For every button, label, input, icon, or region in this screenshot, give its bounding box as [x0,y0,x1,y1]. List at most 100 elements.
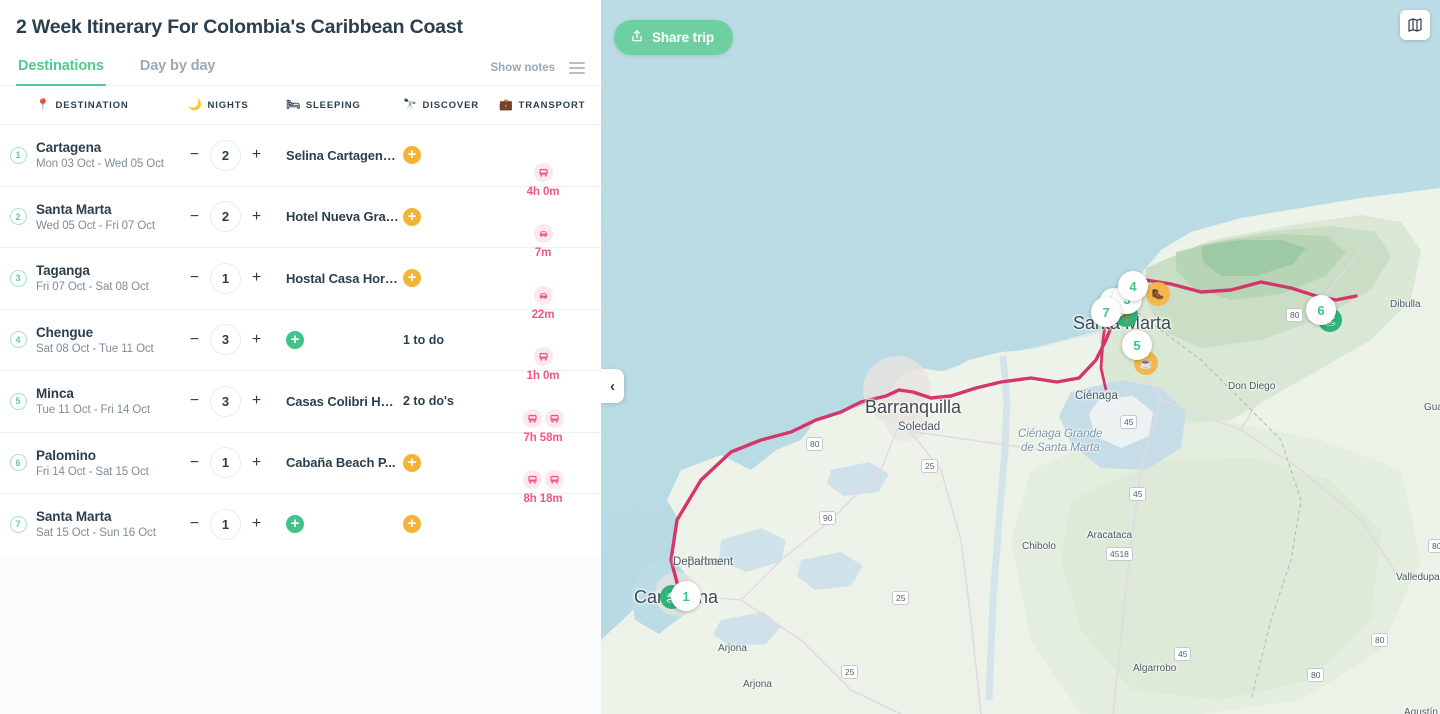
hike-pin[interactable]: 🥾 [1146,282,1170,306]
add-sleeping-button[interactable]: + [286,330,304,349]
nights-value: 1 [210,508,241,540]
hamburger-icon[interactable] [569,62,585,74]
nights-decrement-button[interactable]: − [188,454,201,471]
bus-icon [544,470,564,489]
nights-decrement-button[interactable]: − [188,393,201,409]
transport-leg[interactable]: 4h 0m [492,162,594,198]
table-header: 📍 DESTINATION 🌙 NIGHTS 🛏 SLEEPING 🔭 DISCOVER… [0,86,601,124]
nights-increment-button[interactable]: + [250,454,263,471]
transport-duration: 1h 0m [526,370,560,382]
map-view[interactable]: Share trip ‹ BarranquillaCartagenaSanta … [601,0,1440,714]
destination-name[interactable]: Taganga [36,263,188,278]
map-canvas [601,0,1440,714]
nights-decrement-button[interactable]: − [188,331,201,348]
add-discover-button[interactable]: + [403,146,421,165]
nights-stepper[interactable]: −3 + [188,324,286,356]
destination-name[interactable]: Minca [36,386,188,401]
transport-leg[interactable]: 22m [492,285,594,321]
nights-value: 3 [210,385,241,417]
row-index-badge: 5 [9,392,27,410]
add-discover-button[interactable]: + [403,515,421,534]
destination-name[interactable]: Chengue [36,325,188,340]
nights-decrement-button[interactable]: − [188,516,201,532]
nights-stepper[interactable]: −3 + [188,385,286,417]
briefcase-icon: 💼 [499,98,514,111]
nights-value: 2 [210,201,241,233]
nights-stepper[interactable]: −1 + [188,262,286,294]
sleeping-name[interactable]: Hostal Casa Horiz... [286,271,399,286]
add-sleeping-button[interactable]: + [286,515,304,534]
nights-stepper[interactable]: −1 + [188,447,286,479]
sleeping-name[interactable]: Casas Colibri Hos... [286,394,399,409]
car-icon [533,224,553,243]
sleeping-name[interactable]: Cabaña Beach P... [286,455,399,470]
column-header-nights: NIGHTS [207,99,249,111]
nights-increment-button[interactable]: + [250,393,263,409]
destination-dates: Mon 03 Oct - Wed 05 Oct [36,158,164,171]
row-index-badge: 3 [9,269,27,287]
tab-destinations[interactable]: Destinations [16,58,106,86]
transport-duration: 7h 58m [523,431,563,444]
column-header-destination: DESTINATION [55,99,129,111]
destination-dates: Fri 14 Oct - Sat 15 Oct [36,465,149,478]
bus-icon [522,408,542,428]
add-discover-button[interactable]: + [403,269,421,288]
map-marker[interactable]: 4 [1118,271,1148,301]
nights-increment-button[interactable]: + [250,147,263,163]
sleeping-name[interactable]: Selina Cartagena... [286,148,399,163]
bus-icon [533,162,553,182]
destination-name[interactable]: Palomino [36,448,188,463]
tab-day-by-day[interactable]: Day by day [138,58,218,85]
destination-name[interactable]: Cartagena [36,140,188,155]
bus-icon [522,470,542,489]
nights-stepper[interactable]: −2 + [188,139,286,171]
map-marker[interactable]: 1 [671,581,701,611]
column-header-discover: DISCOVER [422,99,479,111]
add-discover-button[interactable]: + [403,207,421,226]
add-discover-button[interactable]: + [403,453,421,472]
destination-dates: Sat 15 Oct - Sun 16 Oct [36,527,156,540]
map-marker[interactable]: 6 [1306,295,1336,325]
destination-name[interactable]: Santa Marta [36,509,188,524]
nights-increment-button[interactable]: + [250,208,263,225]
moon-icon: 🌙 [188,98,203,111]
show-notes-button[interactable]: Show notes [490,62,555,74]
column-header-transport: TRANSPORT [518,99,586,111]
nights-increment-button[interactable]: + [250,516,263,532]
transport-leg[interactable]: 7m [492,224,594,259]
collapse-panel-button[interactable]: ‹ [601,369,624,403]
nights-increment-button[interactable]: + [250,331,263,348]
transport-leg[interactable]: 7h 58m [492,408,594,444]
bus-icon [544,408,564,428]
map-marker[interactable]: 7 [1091,297,1121,327]
location-pin-icon: 📍 [36,98,51,111]
nights-decrement-button[interactable]: − [188,208,201,225]
nights-increment-button[interactable]: + [250,270,263,286]
itinerary-app: 2 Week Itinerary For Colombia's Caribbea… [0,0,1440,714]
sleeping-name[interactable]: Hotel Nueva Gran... [286,209,399,224]
nights-stepper[interactable]: −1 + [188,508,286,540]
destination-dates: Sat 08 Oct - Tue 11 Oct [36,342,154,355]
transport-leg[interactable]: 8h 18m [492,470,594,505]
transport-leg[interactable]: 1h 0m [492,347,594,382]
discover-todo-count[interactable]: 2 to do's [403,394,499,408]
nights-value: 3 [210,324,241,356]
transport-duration: 8h 18m [523,493,563,505]
nights-decrement-button[interactable]: − [188,270,201,286]
transport-duration: 4h 0m [526,185,560,198]
car-icon [533,285,553,305]
map-marker[interactable]: 5 [1122,330,1152,360]
map-layers-icon[interactable] [1400,10,1430,40]
nights-decrement-button[interactable]: − [188,147,201,163]
nights-value: 1 [210,262,241,294]
row-index-badge: 2 [9,208,27,226]
destination-dates: Fri 07 Oct - Sat 08 Oct [36,281,149,294]
discover-todo-count[interactable]: 1 to do [403,333,499,347]
share-trip-button[interactable]: Share trip [614,20,734,55]
transport-duration: 22m [531,308,555,321]
destination-name[interactable]: Santa Marta [36,202,188,217]
nights-stepper[interactable]: −2 + [188,201,286,233]
row-index-badge: 1 [9,146,27,164]
share-icon [630,29,644,46]
tab-bar-actions: Show notes [490,62,585,85]
